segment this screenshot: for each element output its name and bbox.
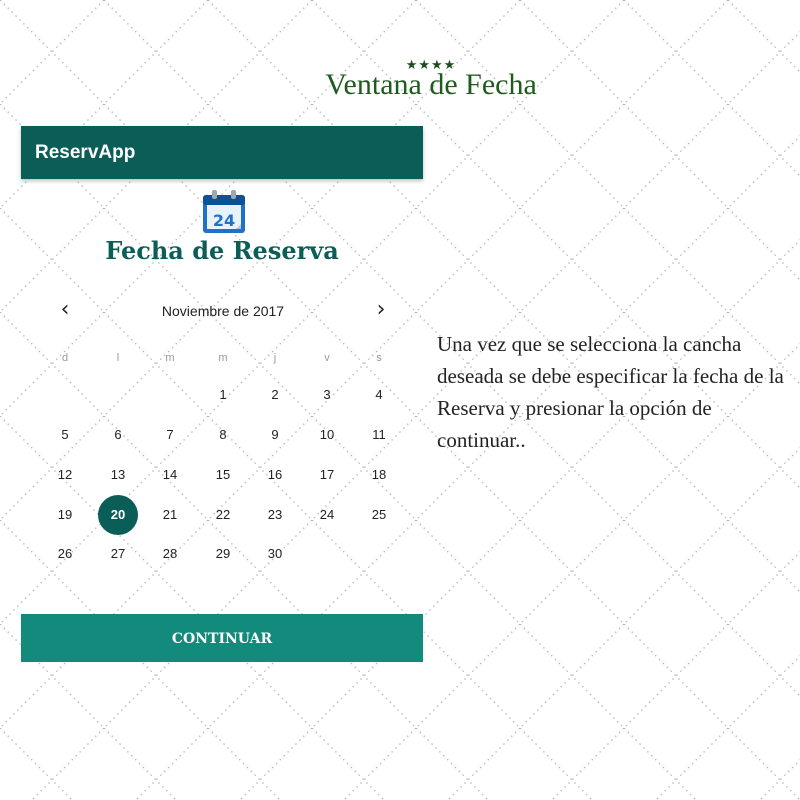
day-cell[interactable]: 28 bbox=[150, 534, 190, 574]
day-cell[interactable]: 1 bbox=[203, 375, 243, 415]
day-cell[interactable]: 21 bbox=[150, 495, 190, 535]
day-cell[interactable]: 5 bbox=[45, 415, 85, 455]
weekday-label: m bbox=[165, 352, 175, 364]
day-cell[interactable]: 13 bbox=[98, 455, 138, 495]
weekday-label: v bbox=[324, 352, 330, 364]
day-cell[interactable]: 7 bbox=[150, 415, 190, 455]
page-heading: Ventana de Fecha bbox=[325, 68, 537, 101]
day-cell[interactable]: 15 bbox=[203, 455, 243, 495]
day-cell[interactable]: 24 bbox=[307, 495, 347, 535]
day-cell[interactable]: 14 bbox=[150, 455, 190, 495]
day-cell[interactable]: 17 bbox=[307, 455, 347, 495]
day-cell[interactable]: 12 bbox=[45, 455, 85, 495]
day-cell[interactable]: 2 bbox=[255, 375, 295, 415]
screen-title: Fecha de Reserva bbox=[105, 236, 339, 265]
day-cell[interactable]: 3 bbox=[307, 375, 347, 415]
day-cell[interactable]: 9 bbox=[255, 415, 295, 455]
day-cell[interactable]: 29 bbox=[203, 534, 243, 574]
day-cell[interactable]: 22 bbox=[203, 495, 243, 535]
day-cell[interactable]: 26 bbox=[45, 534, 85, 574]
day-cell[interactable]: 4 bbox=[359, 375, 399, 415]
day-cell[interactable]: 30 bbox=[255, 534, 295, 574]
day-cell[interactable]: 10 bbox=[307, 415, 347, 455]
weekday-label: d bbox=[61, 352, 69, 364]
month-label: Noviembre de 2017 bbox=[161, 303, 285, 319]
day-cell[interactable]: 19 bbox=[45, 495, 85, 535]
app-screenshot: ReservApp 24 Fecha de Reserva ‹ Noviembr… bbox=[21, 126, 423, 662]
weekday-label: j bbox=[273, 352, 277, 364]
day-cell[interactable]: 25 bbox=[359, 495, 399, 535]
day-cell[interactable]: 23 bbox=[255, 495, 295, 535]
day-cell[interactable]: 11 bbox=[359, 415, 399, 455]
previous-month-button[interactable]: ‹ bbox=[51, 296, 79, 324]
weekday-label: s bbox=[376, 352, 382, 364]
app-bar-title: ReservApp bbox=[35, 142, 136, 163]
app-bar: ReservApp bbox=[21, 126, 423, 179]
day-cell[interactable]: 18 bbox=[359, 455, 399, 495]
day-cell[interactable]: 16 bbox=[255, 455, 295, 495]
calendar-icon-day: 24 bbox=[213, 211, 235, 230]
day-cell-selected[interactable]: 20 bbox=[98, 495, 138, 535]
weekday-label: l bbox=[116, 352, 120, 364]
next-month-button[interactable]: › bbox=[367, 296, 395, 324]
description-text: Una vez que se selecciona la cancha dese… bbox=[437, 332, 784, 452]
day-cell[interactable]: 27 bbox=[98, 534, 138, 574]
weekday-label: m bbox=[218, 352, 228, 364]
day-cell[interactable]: 8 bbox=[203, 415, 243, 455]
calendar-icon: 24 bbox=[203, 190, 245, 233]
continue-button[interactable]: CONTINUAR bbox=[21, 614, 423, 662]
day-cell[interactable]: 6 bbox=[98, 415, 138, 455]
